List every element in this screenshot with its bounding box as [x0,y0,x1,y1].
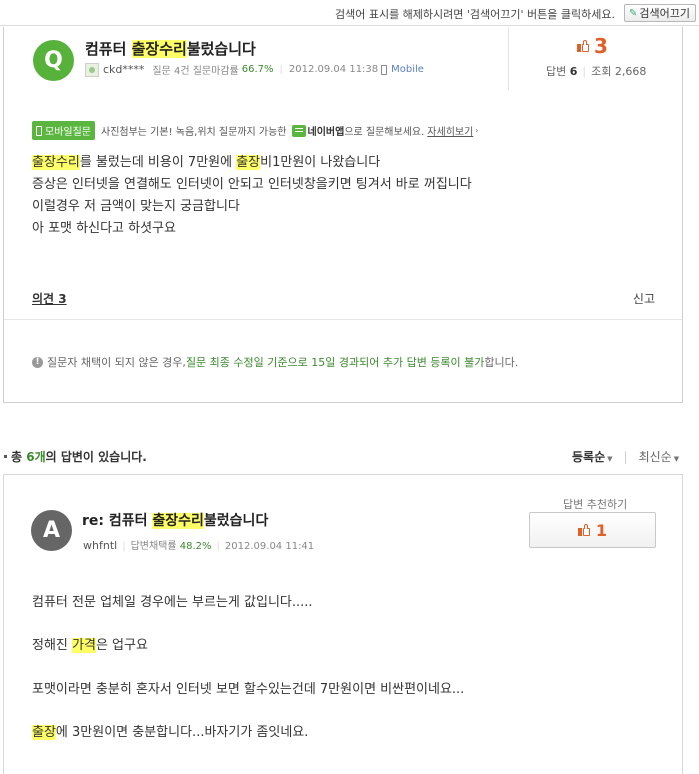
question-body-line: 증상은 인터넷을 연결해도 인터넷이 안되고 인터넷창을키면 팅겨서 바로 꺼집… [32,177,472,192]
search-highlight-message: 검색어 표시를 해제하시려면 '검색어끄기' 버튼을 클릭하세요. [334,8,615,21]
recommend-label: 답변 추천하기 [563,498,628,511]
mobile-phone-icon [381,64,388,75]
answers-count-heading: 총 6개의 답변이 있습니다. [4,448,147,465]
question-title: 컴퓨터 출장수리불렀습니다 [85,40,256,58]
question-body: 출장수리를 불렀는데 비용이 7만원에 출장비1만원이 나왔습니다 증상은 인터… [32,152,472,240]
pencil-icon: ✎ [629,7,638,19]
answer-username[interactable]: whfntl [83,539,117,552]
answer-meta: whfntl | 답변채택률 48.2% | 2012.09.04 11:41 [83,539,315,552]
answer-body-line: 정해진 가격은 업구요 [32,638,148,654]
answer-body-line: 컴퓨터 전문 업체일 경우에는 부르는게 값입니다..... [32,595,313,610]
question-header: Q 컴퓨터 출장수리불렀습니다 ckd**** 질문 4건 질문마감률 66.7… [4,27,682,90]
search-highlight-bar: 검색어 표시를 해제하시려면 '검색어끄기' 버튼을 클릭하세요. ✎ 검색어끄… [0,0,699,26]
mobile-info-text-2: 으로 질문해보세요. [344,127,425,138]
naver-app-icon [291,124,306,137]
search-highlight-off-button[interactable]: ✎ 검색어끄기 [624,4,696,22]
warning-icon: ! [32,356,43,368]
answer-count: 6 [569,65,578,78]
question-counts: 답변 6 | 조회 2,668 [546,65,647,78]
answer-body-line: 포맷이라면 충분히 혼자서 인터넷 보면 할수있는건데 7만원이면 비싼편이네요… [32,681,465,697]
user-avatar-icon [85,62,99,77]
details-link[interactable]: 자세히보기 [427,123,473,138]
answer-title: re: 컴퓨터 출장수리불렀습니다 [82,513,269,529]
question-date: 2012.09.04 11:38 [288,64,379,75]
search-highlight-off-label: 검색어끄기 [639,7,690,20]
recommend-button[interactable]: 1 [529,512,656,548]
mobile-question-tag: 모바일질문 [32,121,95,140]
question-body-line: 이럴경우 저 금액이 맞는지 궁금합니다 [32,199,240,214]
view-count: 2,668 [614,65,647,78]
thumbs-up-icon [577,40,589,52]
question-username[interactable]: ckd**** [103,63,144,76]
question-like-count: 3 [594,34,608,58]
question-body-line: 출장수리를 불렀는데 비용이 7만원에 출장비1만원이 나왔습니다 [32,155,381,170]
question-likes[interactable]: 3 [577,34,608,58]
mobile-phone-icon [36,125,42,136]
answer-badge: A [31,510,72,551]
recommend-count: 1 [595,520,608,540]
sort-by-latest[interactable]: 최신순 ▼ [639,448,680,465]
divider [4,319,682,320]
answer-body: 컴퓨터 전문 업체일 경우에는 부르는게 값입니다..... 정해진 가격은 업… [32,592,464,765]
mobile-info-text: 사진첨부는 기본! 녹음,위치 질문까지 가능한 [101,127,287,138]
question-stats: 3 답변 6 | 조회 2,668 [508,27,682,90]
answer-panel: A re: 컴퓨터 출장수리불렀습니다 whfntl | 답변채택률 48.2% | 2… [3,474,683,774]
naver-app-name: 네이버앱 [307,127,345,138]
chevron-right-icon: › [475,126,479,135]
answer-closed-notice: ! 질문자 채택이 되지 않은 경우, 질문 최종 수정일 기준으로 15일 경… [32,354,518,370]
chevron-down-icon: ▼ [607,455,613,463]
thumbs-up-icon [577,524,590,536]
question-meta: ckd**** 질문 4건 질문마감률 66.7% | 2012.09.04 1… [85,62,424,77]
mobile-question-banner: 모바일질문 사진첨부는 기본! 녹음,위치 질문까지 가능한 네이버앱 으로 질… [32,121,479,140]
chevron-down-icon: ▼ [673,455,680,463]
answer-adopt-rate: 48.2% [179,541,212,552]
question-meta-label: 질문 4건 질문마감률 [152,66,239,77]
report-link[interactable]: 신고 [633,290,655,307]
answer-body-line: 출장에 3만원이면 충분합니다...바자기가 좀잇네요. [32,724,309,740]
opinion-link[interactable]: 의견 3 [32,290,67,307]
answer-sort: 등록순 ▼ | 최신순 ▼ [572,448,680,465]
question-close-rate: 66.7% [241,64,274,75]
answer-date: 2012.09.04 11:41 [224,541,315,552]
question-panel: Q 컴퓨터 출장수리불렀습니다 ckd**** 질문 4건 질문마감률 66.7… [3,27,683,403]
question-via: Mobile [391,64,424,75]
question-body-line: 아 포맷 하신다고 하셧구요 [32,221,176,236]
bullet-icon [4,455,7,458]
sort-by-registration[interactable]: 등록순 ▼ [572,448,613,465]
question-badge: Q [33,40,74,81]
